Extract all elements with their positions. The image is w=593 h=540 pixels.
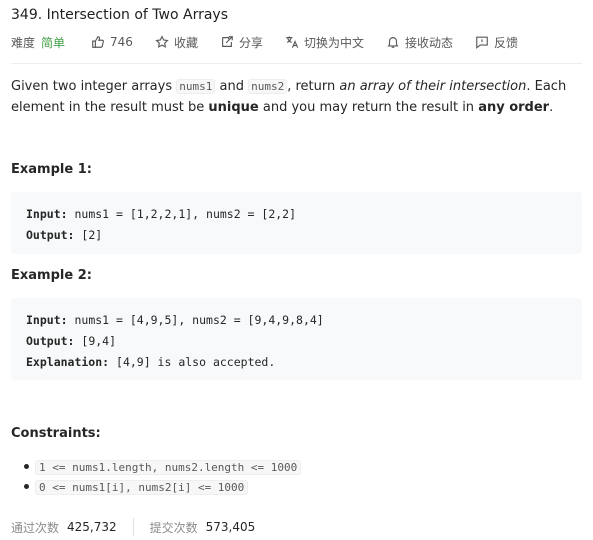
constraint-item: 0 <= nums1[i], nums2[i] <= 1000 — [23, 477, 301, 497]
constraints-title: Constraints: — [11, 426, 101, 441]
favorite-button[interactable]: 收藏 — [155, 34, 198, 51]
input-value: nums1 = [1,2,2,1], nums2 = [2,2] — [67, 207, 297, 221]
share-icon — [222, 36, 233, 47]
submissions-value: 573,405 — [205, 520, 256, 534]
feedback-button[interactable]: 反馈 — [475, 34, 518, 51]
subscribe-button[interactable]: 接收动态 — [386, 34, 453, 51]
submissions-label: 提交次数 — [149, 520, 198, 535]
translate-label: 切换为中文 — [303, 35, 364, 50]
constraints-list: 1 <= nums1.length, nums2.length <= 1000 … — [23, 457, 302, 497]
constraint-item: 1 <= nums1.length, nums2.length <= 1000 — [23, 457, 302, 477]
problem-description: Given two integer arrays nums1 and nums2… — [11, 76, 581, 118]
output-label: Output: — [26, 334, 75, 348]
desc-bold-unique: unique — [208, 100, 259, 115]
desc-text: Given two integer arrays — [11, 79, 177, 94]
desc-emphasis: an array of their intersection — [339, 79, 527, 94]
difficulty-value: 简单 — [41, 35, 66, 50]
inline-code-nums1: nums1 — [176, 79, 216, 94]
constraint-code: 0 <= nums1[i], nums2[i] <= 1000 — [35, 480, 249, 495]
example-2-input: Input: nums1 = [4,9,5], nums2 = [9,4,9,8… — [26, 310, 567, 331]
example-2-title: Example 2: — [11, 268, 92, 283]
example-2-explanation: Explanation: [4,9] is also accepted. — [26, 352, 567, 373]
example-1-box: Input: nums1 = [1,2,2,1], nums2 = [2,2] … — [11, 192, 582, 254]
header-divider — [11, 63, 582, 64]
desc-text: and you may return the result in — [258, 100, 479, 115]
problem-page: 349. Intersection of Two Arrays 难度 简单 74… — [0, 0, 593, 540]
example-1-title: Example 1: — [11, 162, 92, 177]
favorite-label: 收藏 — [173, 35, 198, 50]
bell-icon — [387, 37, 399, 48]
example-1-input: Input: nums1 = [1,2,2,1], nums2 = [2,2] — [26, 204, 567, 225]
desc-text: and — [215, 79, 249, 94]
input-label: Input: — [26, 207, 68, 221]
feedback-label: 反馈 — [494, 35, 519, 50]
share-label: 分享 — [238, 35, 263, 50]
feedback-icon — [476, 36, 488, 49]
desc-text: . — [549, 100, 554, 115]
explanation-value: [4,9] is also accepted. — [109, 355, 276, 369]
output-label: Output: — [26, 228, 75, 242]
input-label: Input: — [26, 313, 68, 327]
like-count: 746 — [110, 35, 133, 49]
subscribe-label: 接收动态 — [404, 35, 453, 50]
desc-text: , return — [287, 79, 340, 94]
star-icon — [155, 35, 169, 48]
input-value: nums1 = [4,9,5], nums2 = [9,4,9,8,4] — [67, 313, 324, 327]
example-2-output: Output: [9,4] — [26, 331, 567, 352]
difficulty-label: 难度 — [11, 35, 36, 50]
constraint-code: 1 <= nums1.length, nums2.length <= 1000 — [35, 460, 302, 475]
submission-stats: 通过次数 425,732 提交次数 573,405 — [11, 518, 255, 536]
accepted-value: 425,732 — [67, 520, 117, 534]
accepted-label: 通过次数 — [11, 520, 60, 535]
like-button[interactable]: 746 — [91, 35, 133, 49]
share-button[interactable]: 分享 — [220, 34, 263, 51]
problem-title: 349. Intersection of Two Arrays — [11, 7, 228, 23]
example-1-output: Output: [2] — [26, 225, 567, 246]
problem-meta-bar: 难度 简单 746 收藏 分享 切换为中文 接收动态 反馈 — [11, 32, 540, 52]
thumb-up-icon — [92, 36, 104, 48]
translate-button[interactable]: 切换为中文 — [285, 34, 364, 51]
output-value: [9,4] — [74, 334, 117, 348]
desc-bold-any-order: any order — [478, 100, 550, 115]
stats-divider — [132, 518, 134, 536]
output-value: [2] — [74, 228, 103, 242]
inline-code-nums2: nums2 — [248, 79, 288, 94]
example-2-box: Input: nums1 = [4,9,5], nums2 = [9,4,9,8… — [11, 298, 582, 380]
translate-icon — [286, 36, 299, 48]
explanation-label: Explanation: — [26, 355, 110, 369]
